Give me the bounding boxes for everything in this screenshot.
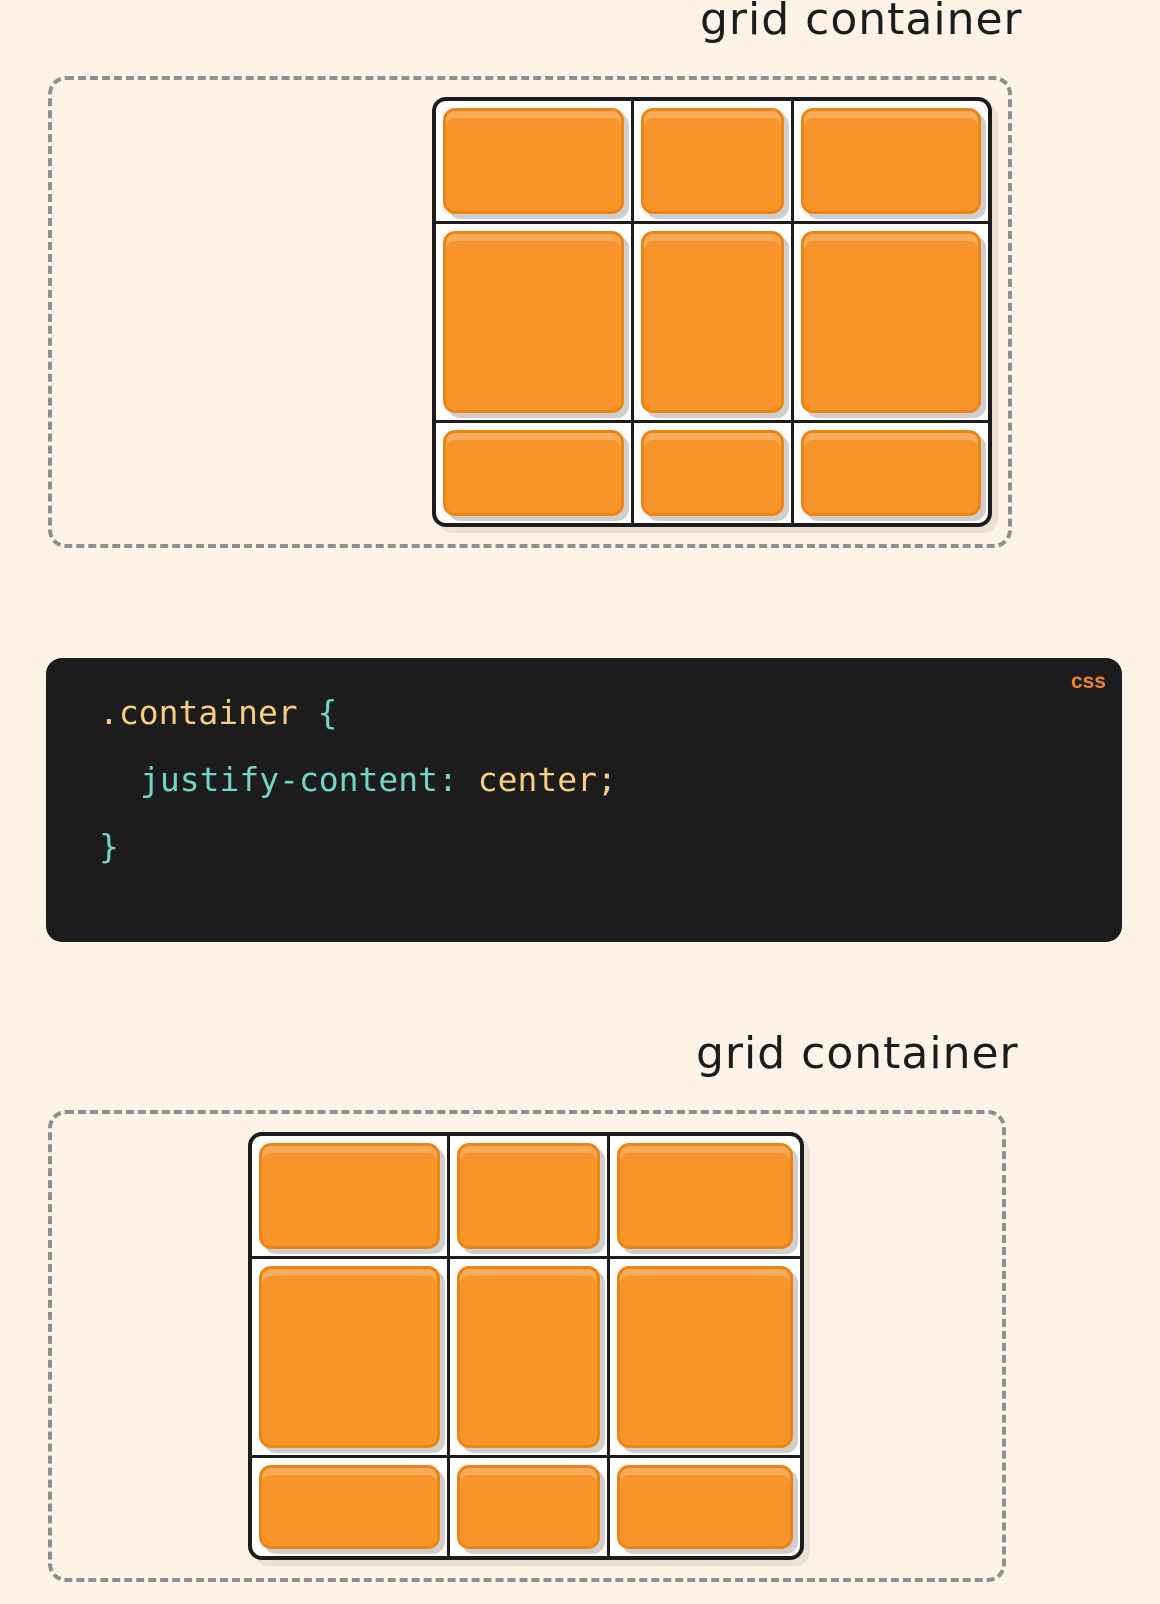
grid-item xyxy=(259,1465,440,1549)
grid-item xyxy=(443,231,624,413)
grid-item xyxy=(457,1266,600,1448)
grid-cell xyxy=(610,1458,800,1556)
grid-item xyxy=(641,430,784,516)
grid-cell xyxy=(794,423,988,523)
grid-item xyxy=(443,108,624,214)
grid-cell xyxy=(252,1458,447,1556)
grid-area xyxy=(432,97,992,527)
grid-area xyxy=(248,1132,804,1560)
grid-item xyxy=(617,1266,793,1448)
grid-cell xyxy=(436,423,631,523)
grid-cell xyxy=(610,1136,800,1256)
grid-container-label: grid container xyxy=(696,1028,1019,1079)
code-line-close: } xyxy=(99,827,119,866)
grid-item xyxy=(617,1143,793,1249)
grid-item xyxy=(457,1143,600,1249)
css-selector: .container xyxy=(99,693,298,732)
close-brace: } xyxy=(99,827,119,866)
grid-cell xyxy=(252,1259,447,1455)
grid-container-label: grid container xyxy=(700,0,1023,45)
css-colon: : xyxy=(438,760,458,799)
grid-cell xyxy=(450,1136,607,1256)
grid-cell xyxy=(794,224,988,420)
grid-cell xyxy=(450,1458,607,1556)
grid-cell xyxy=(634,423,791,523)
css-property: justify-content xyxy=(140,760,439,799)
grid-item xyxy=(443,430,624,516)
code-line-declaration: justify-content: center; xyxy=(140,760,617,799)
grid-cell xyxy=(450,1259,607,1455)
grid-cell xyxy=(634,224,791,420)
grid-item xyxy=(641,108,784,214)
grid-item xyxy=(259,1266,440,1448)
grid-cell xyxy=(634,101,791,221)
grid-cell xyxy=(436,224,631,420)
grid-item xyxy=(801,430,981,516)
code-block: css .container { justify-content: center… xyxy=(46,658,1122,942)
grid-cell xyxy=(610,1259,800,1455)
open-brace: { xyxy=(317,693,338,732)
code-line-selector: .container { xyxy=(99,693,337,732)
grid-item xyxy=(259,1143,440,1249)
grid-item xyxy=(457,1465,600,1549)
css-semicolon: ; xyxy=(596,760,617,799)
grid-cell xyxy=(252,1136,447,1256)
grid-item xyxy=(641,231,784,413)
css-value: center xyxy=(477,760,597,799)
grid-cell xyxy=(794,101,988,221)
grid-item xyxy=(617,1465,793,1549)
grid-cell xyxy=(436,101,631,221)
grid-item xyxy=(801,231,981,413)
code-language-label: css xyxy=(1070,670,1106,693)
grid-item xyxy=(801,108,981,214)
